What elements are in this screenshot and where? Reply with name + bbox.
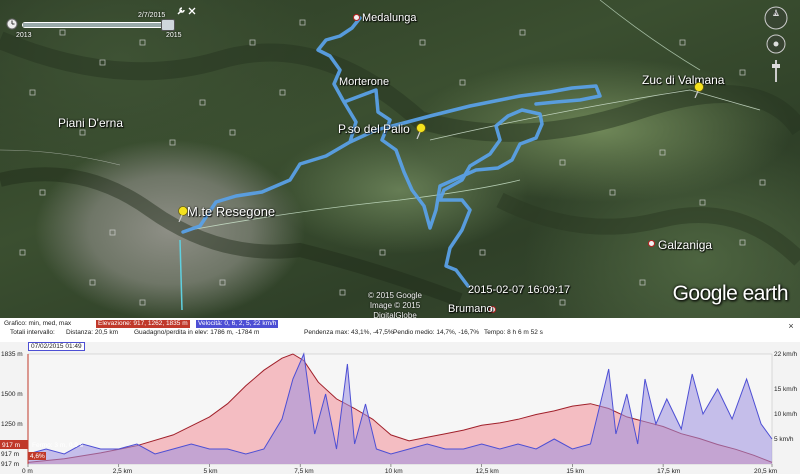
attribution-imagery: Image © 2015 DigitalGlobe bbox=[369, 301, 421, 318]
x-tick-label: 7,5 km bbox=[294, 468, 314, 474]
track-timestamp-label: 2015-02-07 16:09:17 bbox=[468, 284, 571, 296]
x-tick-label: 20,5 km bbox=[754, 468, 777, 474]
y-left-bottom-label: 917 m bbox=[1, 451, 19, 458]
time-start-label: 2013 bbox=[16, 32, 32, 39]
x-tick-label: 2,5 km bbox=[113, 468, 133, 474]
svg-text:N: N bbox=[774, 11, 778, 17]
y-left-tick-label: 1250 m bbox=[1, 421, 23, 428]
stat-graph-label: Grafico: min, med, max bbox=[4, 320, 72, 327]
map-view[interactable]: Medalunga Morterone Piani D'erna P.so de… bbox=[0, 0, 800, 318]
place-label-galzaniga[interactable]: Galzaniga bbox=[658, 238, 712, 252]
place-dot-medalunga bbox=[353, 14, 360, 21]
x-tick-label: 12,5 km bbox=[476, 468, 499, 474]
stat-speed[interactable]: Velocità: 0, 6, 2, 5, 22 km/h bbox=[196, 320, 279, 328]
stat-totals-label: Totali intervallo: bbox=[10, 329, 55, 336]
y-right-tick-label: 15 km/h bbox=[774, 386, 798, 393]
place-label-passo-palio[interactable]: P.so del Palio bbox=[338, 122, 410, 136]
profile-stat-bar: Grafico: min, med, max Elevazione: 917, … bbox=[0, 318, 800, 342]
stat-avg-slope: Pendio medio: 14,7%, -16,7% bbox=[393, 329, 479, 336]
yellow-pushpin-icon[interactable] bbox=[414, 123, 428, 139]
chart-date-label: 07/02/2015 01:49 bbox=[28, 342, 85, 351]
look-joystick-icon[interactable] bbox=[766, 34, 786, 54]
google-earth-logo: Google earth bbox=[672, 282, 789, 305]
place-label-brumano[interactable]: Brumano bbox=[448, 303, 493, 315]
x-tick-label: 17,5 km bbox=[657, 468, 680, 474]
stat-max-slope: Pendenza max: 43,1%, -47,5% bbox=[304, 329, 394, 336]
close-profile-button[interactable]: × bbox=[786, 321, 796, 331]
place-label-resegone[interactable]: M.te Resegone bbox=[187, 204, 275, 219]
chart-canvas[interactable]: 0 m 2,5 km 5 km 7,5 km 10 km 12,5 km 15 km 17,5… bbox=[0, 342, 800, 474]
x-tick-label: 5 km bbox=[203, 468, 217, 474]
place-dot-galzaniga bbox=[648, 240, 655, 247]
stat-time: Tempo: 8 h 6 m 52 s bbox=[484, 329, 543, 336]
place-label-piani-derna[interactable]: Piani D'erna bbox=[58, 116, 123, 130]
elevation-profile-panel: Grafico: min, med, max Elevazione: 917, … bbox=[0, 318, 800, 474]
navigation-controls[interactable]: N bbox=[756, 4, 796, 84]
place-label-zuc-valmana[interactable]: Zuc di Valmana bbox=[642, 73, 724, 87]
cursor-readout: Fermo: 3 m, 0.9 s bbox=[32, 442, 84, 449]
stat-elevation[interactable]: Elevazione: 917, 1262, 1835 m bbox=[96, 320, 190, 328]
zoom-slider-icon[interactable] bbox=[772, 60, 780, 82]
yellow-pushpin-icon[interactable] bbox=[176, 206, 190, 222]
y-left-tick-label: 1835 m bbox=[1, 351, 23, 358]
time-slider-track[interactable] bbox=[22, 19, 175, 31]
map-attribution: © 2015 Google Image © 2015 DigitalGlobe bbox=[350, 291, 440, 318]
map-overlay bbox=[0, 0, 800, 311]
time-end-label: 2015 bbox=[166, 32, 182, 39]
cursor-elevation-value: 917 m bbox=[2, 442, 20, 449]
place-label-medalunga[interactable]: Medalunga bbox=[362, 12, 416, 24]
place-label-morterone[interactable]: Morterone bbox=[339, 76, 389, 88]
close-icon[interactable] bbox=[188, 7, 196, 15]
y-right-tick-label: 10 km/h bbox=[774, 411, 798, 418]
compass-ring-icon[interactable]: N bbox=[764, 6, 788, 30]
y-right-tick-label: 5 km/h bbox=[774, 436, 794, 443]
wrench-icon[interactable] bbox=[176, 6, 186, 16]
clock-icon[interactable] bbox=[6, 18, 18, 30]
x-tick-label: 15 km bbox=[566, 468, 584, 474]
stat-elevation-gain: Guadagno/perdita in elev: 1786 m, -1784 … bbox=[134, 329, 260, 336]
stat-distance: Distanza: 20,5 km bbox=[66, 329, 119, 336]
time-slider-fill bbox=[23, 23, 173, 27]
elevation-speed-chart[interactable]: 07/02/2015 01:49 0 m 2,5 km 5 km 7,5 km 10 k… bbox=[0, 342, 800, 474]
time-current-label: 2/7/2015 bbox=[138, 12, 166, 19]
time-slider-handle[interactable] bbox=[161, 19, 175, 31]
y-right-tick-label: 22 km/h bbox=[774, 351, 798, 358]
y-left-tick-label: 917 m bbox=[1, 461, 19, 468]
cursor-slope-value: 4,6% bbox=[30, 453, 45, 460]
x-tick-label: 10 km bbox=[385, 468, 403, 474]
y-left-tick-label: 1500 m bbox=[1, 391, 23, 398]
yellow-pushpin-icon[interactable] bbox=[692, 82, 706, 98]
x-tick-label: 0 m bbox=[22, 468, 33, 474]
historical-imagery-slider[interactable]: 2/7/2015 2013 2015 bbox=[4, 4, 196, 39]
attribution-google: © 2015 Google bbox=[368, 291, 422, 300]
